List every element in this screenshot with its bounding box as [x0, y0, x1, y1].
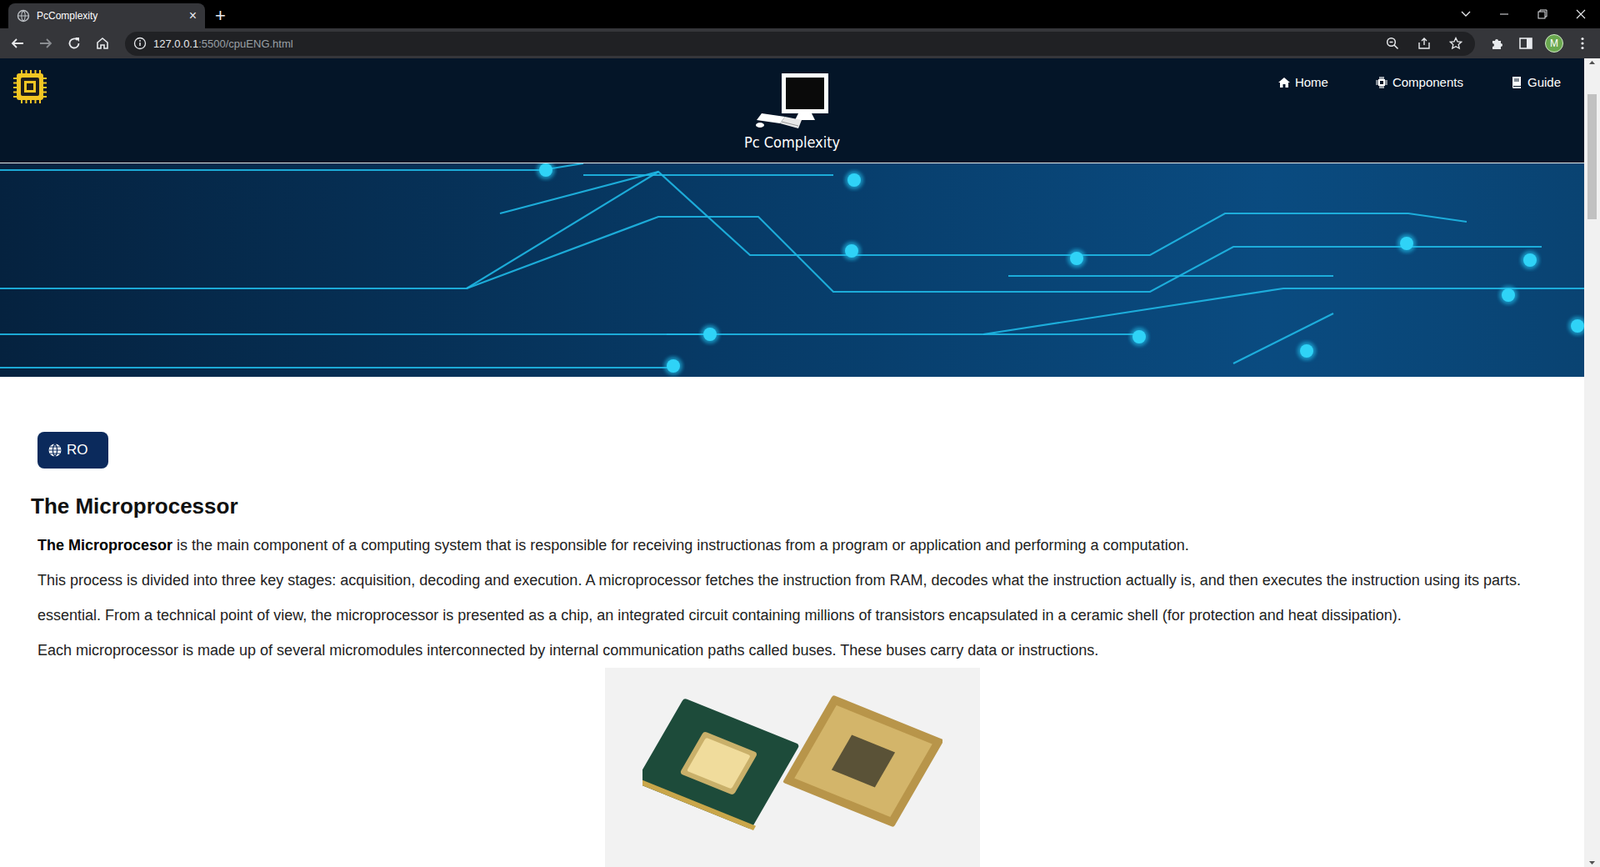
puzzle-icon: [1490, 35, 1505, 51]
tab-strip: PcComplexity × +: [0, 0, 1600, 29]
window-controls: [1446, 0, 1600, 29]
reload-icon: [66, 35, 82, 51]
brand-logo[interactable]: Pc Complexity: [744, 58, 840, 163]
language-button[interactable]: RO: [66, 441, 89, 459]
close-icon: [1575, 9, 1586, 20]
paragraph-line: The Microprocesor is the main component …: [37, 527, 1585, 563]
nav-link[interactable]: Guide: [1510, 75, 1561, 90]
browser-address-path: :5500/cpuENG.html: [198, 37, 293, 50]
home-button[interactable]: [90, 30, 115, 56]
restore-button[interactable]: [1523, 0, 1562, 29]
info-icon: [133, 36, 147, 50]
site-logo[interactable]: [13, 70, 47, 104]
nav-link[interactable]: Home: [1277, 75, 1329, 90]
banner-image: [0, 163, 1585, 377]
main-nav: Home Components Guide: [840, 58, 1585, 163]
header-brand[interactable]: Pc Complexity: [744, 133, 840, 151]
side-panel-icon: [1518, 35, 1534, 51]
forward-arrow-icon: [38, 35, 54, 51]
paragraph-line: Each microprocessor is made up of severa…: [37, 632, 1585, 668]
article-title: The Microprocessor: [30, 493, 1585, 520]
scroll-up-icon: [1588, 58, 1596, 66]
extensions-button[interactable]: [1485, 30, 1510, 56]
article-lines-0-bold: The Microprocesor: [37, 536, 173, 554]
scroll-thumb[interactable]: [1587, 94, 1597, 220]
browser-tab[interactable]: PcComplexity ×: [8, 3, 205, 29]
home-icon: [95, 35, 110, 51]
kebab-menu-icon: [1575, 35, 1590, 51]
page-scrollbar[interactable]: [1584, 58, 1600, 867]
article-lines-0-text: is the main component of a computing sys…: [172, 536, 1190, 554]
article-lines-3-text: Each microprocessor is made up of severa…: [37, 641, 1099, 659]
back-arrow-icon: [10, 35, 25, 51]
zoom-button[interactable]: [1380, 30, 1405, 56]
article-lines-2-text: essential. From a technical point of vie…: [37, 606, 1402, 624]
profile-button[interactable]: M: [1541, 30, 1567, 56]
article-lines-1-text: This process is divided into three key s…: [37, 571, 1521, 589]
address-bar[interactable]: 127.0.0.1:5500/cpuENG.html: [125, 31, 1475, 56]
minimize-button[interactable]: [1485, 0, 1524, 29]
header-nav-1-label[interactable]: Components: [1392, 75, 1464, 90]
chip-logo-icon: [13, 70, 47, 104]
paragraph-line: This process is divided into three key s…: [37, 562, 1585, 598]
viewport: Pc Complexity Home Components Guide RO The Mi…: [0, 58, 1600, 867]
article: RO The Microprocessor The Microprocesor is…: [0, 376, 1585, 867]
browser-toolbar: 127.0.0.1:5500/cpuENG.html M: [0, 28, 1600, 59]
browser-menu-button[interactable]: [1570, 30, 1595, 56]
site-header: Pc Complexity Home Components Guide: [0, 58, 1585, 164]
minimize-icon: [1499, 9, 1510, 20]
bookmark-button[interactable]: [1443, 30, 1469, 56]
browser-tabs-0-title: PcComplexity: [36, 10, 183, 22]
star-icon: [1449, 36, 1463, 50]
chip-icon: [1375, 75, 1389, 90]
forward-button[interactable]: [33, 30, 59, 56]
restore-icon: [1537, 9, 1548, 20]
globe-icon: [16, 9, 30, 23]
header-nav-2-label[interactable]: Guide: [1527, 75, 1561, 90]
zoom-out-icon: [1385, 36, 1400, 50]
reload-button[interactable]: [61, 30, 87, 56]
book-icon: [1510, 75, 1524, 90]
browser-new-tab[interactable]: +: [215, 3, 226, 29]
tab-search[interactable]: [1446, 0, 1485, 29]
share-button[interactable]: [1411, 30, 1437, 56]
globe-icon: [47, 442, 63, 458]
home-icon: [1277, 75, 1291, 90]
chevron-down-icon: [1460, 10, 1471, 18]
header-nav-0-label[interactable]: Home: [1295, 75, 1329, 90]
back-button[interactable]: [5, 30, 30, 56]
share-icon: [1417, 36, 1431, 50]
monitor-logo-icon: [755, 70, 830, 132]
paragraph-line: essential. From a technical point of vie…: [37, 597, 1585, 633]
close-button[interactable]: [1561, 0, 1600, 29]
nav-link[interactable]: Components: [1375, 75, 1464, 90]
web-page: Pc Complexity Home Components Guide RO The Mi…: [0, 58, 1585, 867]
url[interactable]: 127.0.0.1:5500/cpuENG.html: [153, 37, 1374, 50]
browser-address-host: 127.0.0.1: [153, 37, 199, 50]
cpu-photo: [605, 667, 980, 867]
browser-tabs-0-close[interactable]: ×: [189, 9, 197, 23]
language-button[interactable]: RO: [37, 431, 109, 469]
scroll-down-icon: [1588, 859, 1596, 867]
browser-profile-initial[interactable]: M: [1550, 37, 1559, 50]
side-panel-button[interactable]: [1513, 30, 1539, 56]
